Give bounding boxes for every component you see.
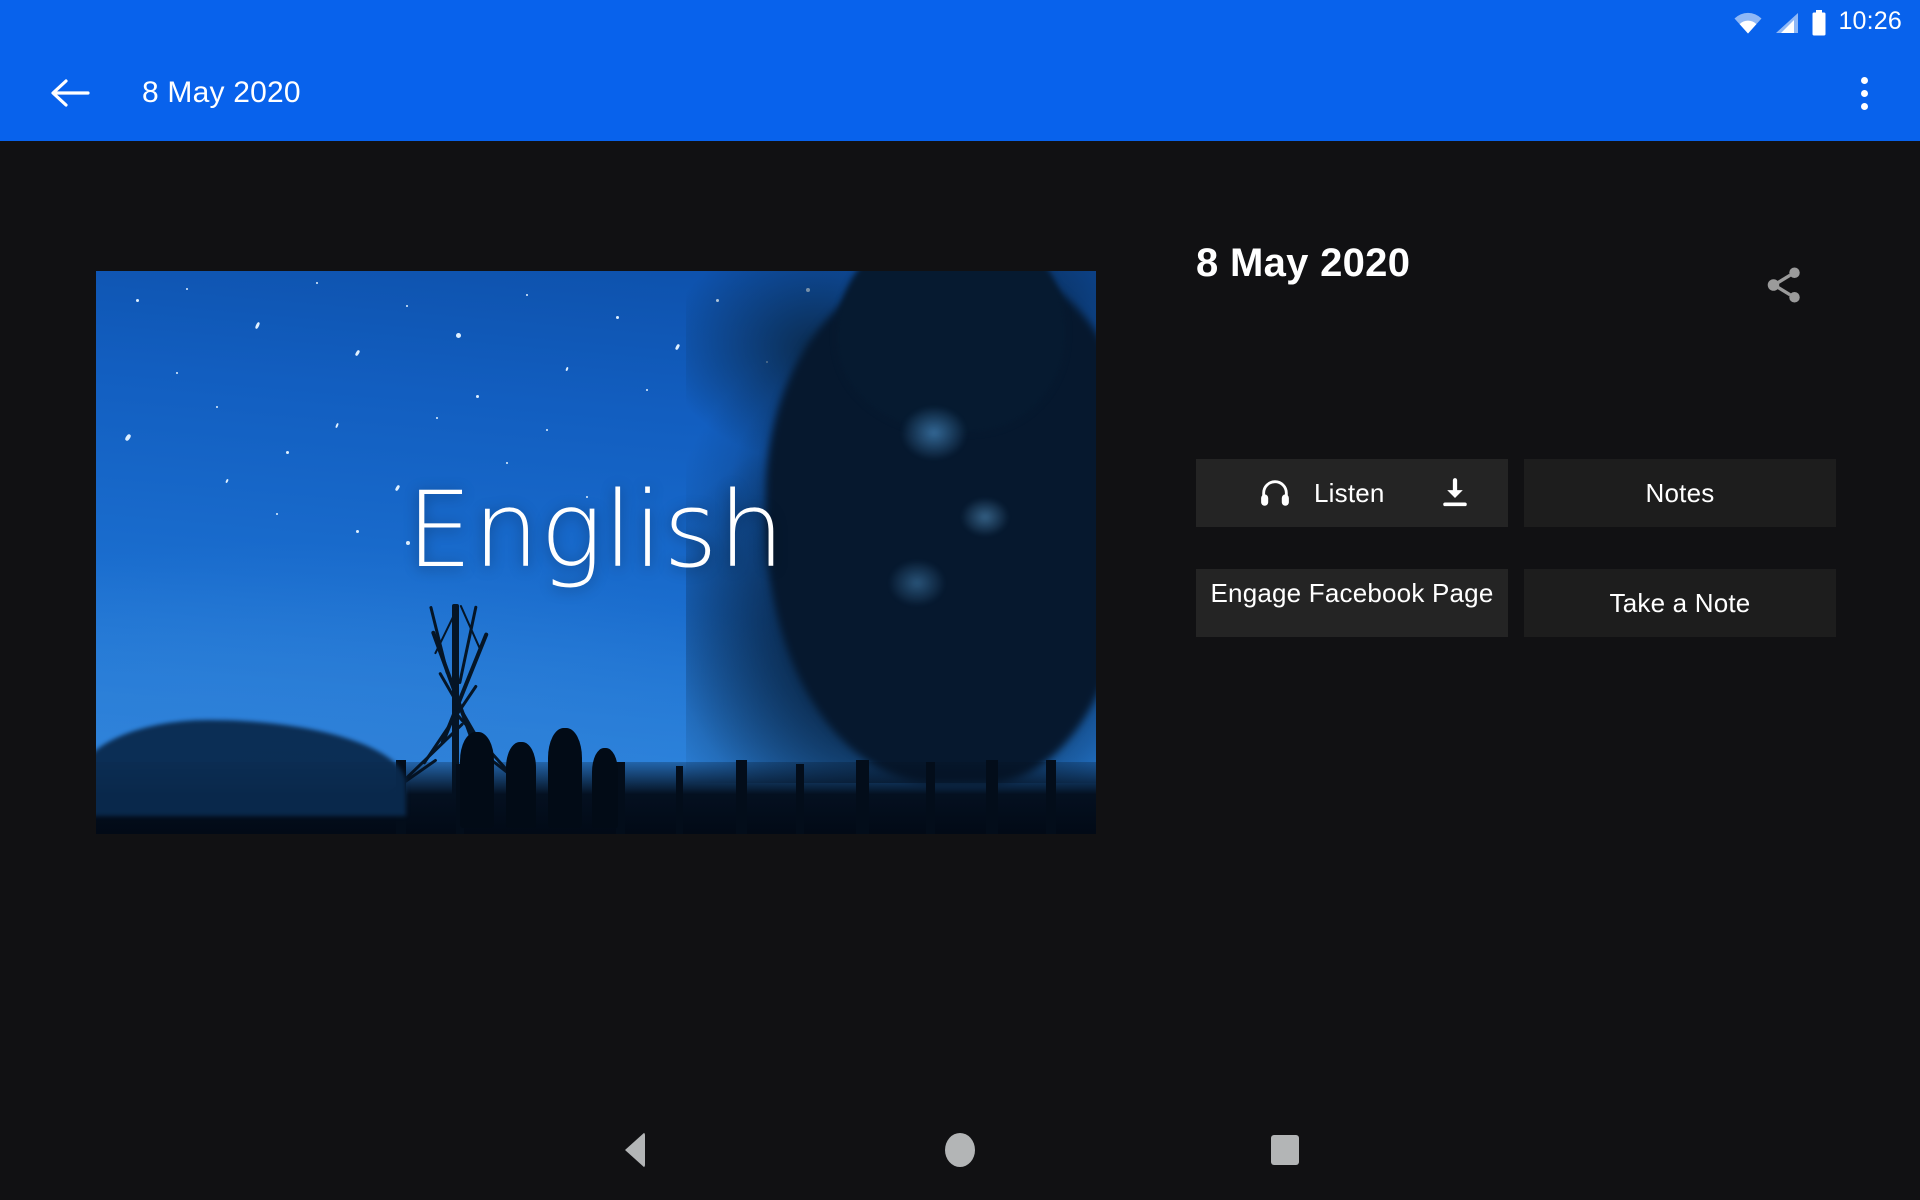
app-bar: 8 May 2020 xyxy=(0,45,1920,141)
status-time: 10:26 xyxy=(1838,7,1902,35)
wifi-icon xyxy=(1733,12,1763,34)
listen-button[interactable]: Listen xyxy=(1196,459,1508,527)
people-silhouettes xyxy=(456,718,656,828)
listen-button-label: Listen xyxy=(1314,477,1385,508)
back-arrow-icon[interactable] xyxy=(42,65,98,121)
video-thumbnail[interactable]: English xyxy=(96,271,1096,834)
nav-back-button[interactable] xyxy=(555,1100,715,1200)
nav-home-button[interactable] xyxy=(880,1100,1040,1200)
status-bar: 10:26 xyxy=(0,0,1920,45)
download-icon[interactable] xyxy=(1438,476,1472,510)
detail-panel: 8 May 2020 Listen Notes Engage Facebook … xyxy=(1196,141,1920,1100)
action-row-1: Listen Notes xyxy=(1196,459,1836,527)
nav-home-icon xyxy=(945,1133,975,1167)
notes-button[interactable]: Notes xyxy=(1524,459,1836,527)
engage-facebook-page-button-label: Engage Facebook Page xyxy=(1210,578,1494,608)
nav-recents-icon xyxy=(1271,1135,1299,1165)
notes-button-label: Notes xyxy=(1645,477,1715,508)
page-title: 8 May 2020 xyxy=(1196,241,1411,285)
action-button-grid: Listen Notes Engage Facebook Page Take a… xyxy=(1196,459,1836,679)
take-a-note-button[interactable]: Take a Note xyxy=(1524,569,1836,637)
share-icon[interactable] xyxy=(1748,249,1820,321)
take-a-note-button-label: Take a Note xyxy=(1609,587,1751,618)
battery-icon xyxy=(1811,9,1827,36)
cellular-signal-icon xyxy=(1774,12,1800,34)
android-nav-bar xyxy=(0,1100,1920,1200)
engage-facebook-page-button[interactable]: Engage Facebook Page xyxy=(1196,569,1508,637)
overflow-menu-icon[interactable] xyxy=(1836,65,1892,121)
nav-recents-button[interactable] xyxy=(1205,1100,1365,1200)
action-row-2: Engage Facebook Page Take a Note xyxy=(1196,569,1836,637)
content-area: English 8 May 2020 Listen Notes Engage F… xyxy=(0,141,1920,1100)
video-caption: English xyxy=(406,468,786,591)
app-bar-title: 8 May 2020 xyxy=(142,76,301,109)
headphones-icon xyxy=(1258,476,1292,510)
nav-back-icon xyxy=(625,1132,645,1168)
